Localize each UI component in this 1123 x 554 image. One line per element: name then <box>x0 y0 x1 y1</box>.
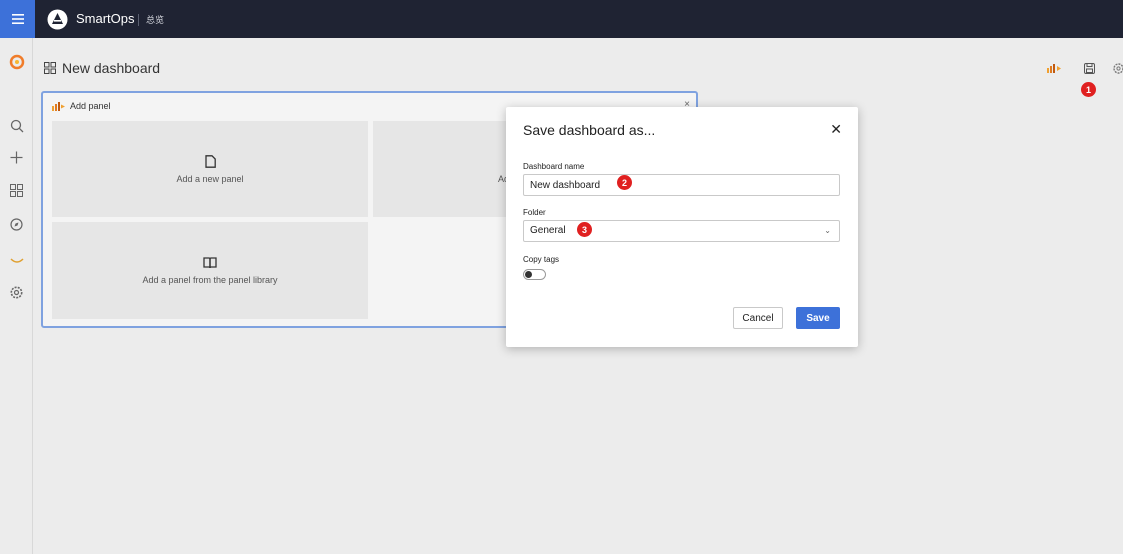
step-marker-3: 3 <box>577 222 592 237</box>
hamburger-icon <box>11 14 24 24</box>
plus-icon[interactable] <box>7 148 26 167</box>
step-marker-1: 1 <box>1081 82 1096 97</box>
dashboard-settings-button[interactable] <box>1110 60 1123 76</box>
tile-label: Add a panel from the panel library <box>142 274 278 285</box>
hamburger-menu-button[interactable] <box>0 0 35 38</box>
folder-value: General <box>530 225 566 236</box>
app-subtitle: 总览 <box>146 15 165 25</box>
app-name: SmartOps <box>76 11 135 26</box>
tile-label: Add a new panel <box>176 173 244 184</box>
search-icon[interactable] <box>7 116 26 135</box>
explore-icon[interactable] <box>7 215 26 234</box>
alerting-icon[interactable] <box>7 251 26 270</box>
settings-icon <box>1112 62 1123 74</box>
smartops-logo <box>47 9 68 30</box>
close-icon[interactable]: ✕ <box>830 121 842 138</box>
page-header: New dashboard <box>44 60 160 76</box>
folder-label: Folder <box>523 208 546 217</box>
save-button[interactable]: Save <box>796 307 840 329</box>
settings-icon[interactable] <box>7 283 26 302</box>
book-icon <box>203 256 217 268</box>
title-divider <box>138 14 139 26</box>
add-panel-title: Add panel <box>70 101 111 111</box>
add-panel-tile-2[interactable]: Ad <box>373 121 509 217</box>
modal-title: Save dashboard as... <box>523 122 656 138</box>
sidebar <box>0 38 33 554</box>
page-title: New dashboard <box>62 60 161 76</box>
dashboard-name-label: Dashboard name <box>523 162 585 171</box>
copy-tags-label: Copy tags <box>523 255 560 264</box>
save-dashboard-modal: Save dashboard as... ✕ Dashboard name 2 … <box>506 107 858 347</box>
chevron-down-icon: ⌄ <box>824 226 831 235</box>
folder-select[interactable]: General ⌄ <box>523 220 840 242</box>
step-marker-2: 2 <box>617 175 632 190</box>
add-panel-icon <box>52 101 65 111</box>
dashboards-icon <box>44 62 56 74</box>
add-panel-header: Add panel <box>52 101 111 111</box>
top-bar: SmartOps 总览 <box>0 0 1123 38</box>
save-icon <box>1083 62 1095 74</box>
dashboards-icon[interactable] <box>7 181 26 200</box>
add-panel-icon <box>1047 64 1061 73</box>
add-panel-button[interactable] <box>1047 60 1063 76</box>
toggle-knob <box>525 271 532 278</box>
cancel-button[interactable]: Cancel <box>733 307 783 329</box>
file-icon <box>204 154 216 168</box>
dashboard-name-input[interactable] <box>523 174 840 196</box>
add-panel-from-library-tile[interactable]: Add a panel from the panel library <box>52 222 368 319</box>
grafana-logo[interactable] <box>7 52 26 71</box>
save-dashboard-button[interactable] <box>1081 60 1097 76</box>
copy-tags-toggle[interactable] <box>523 269 546 280</box>
add-new-panel-tile[interactable]: Add a new panel <box>52 121 368 217</box>
